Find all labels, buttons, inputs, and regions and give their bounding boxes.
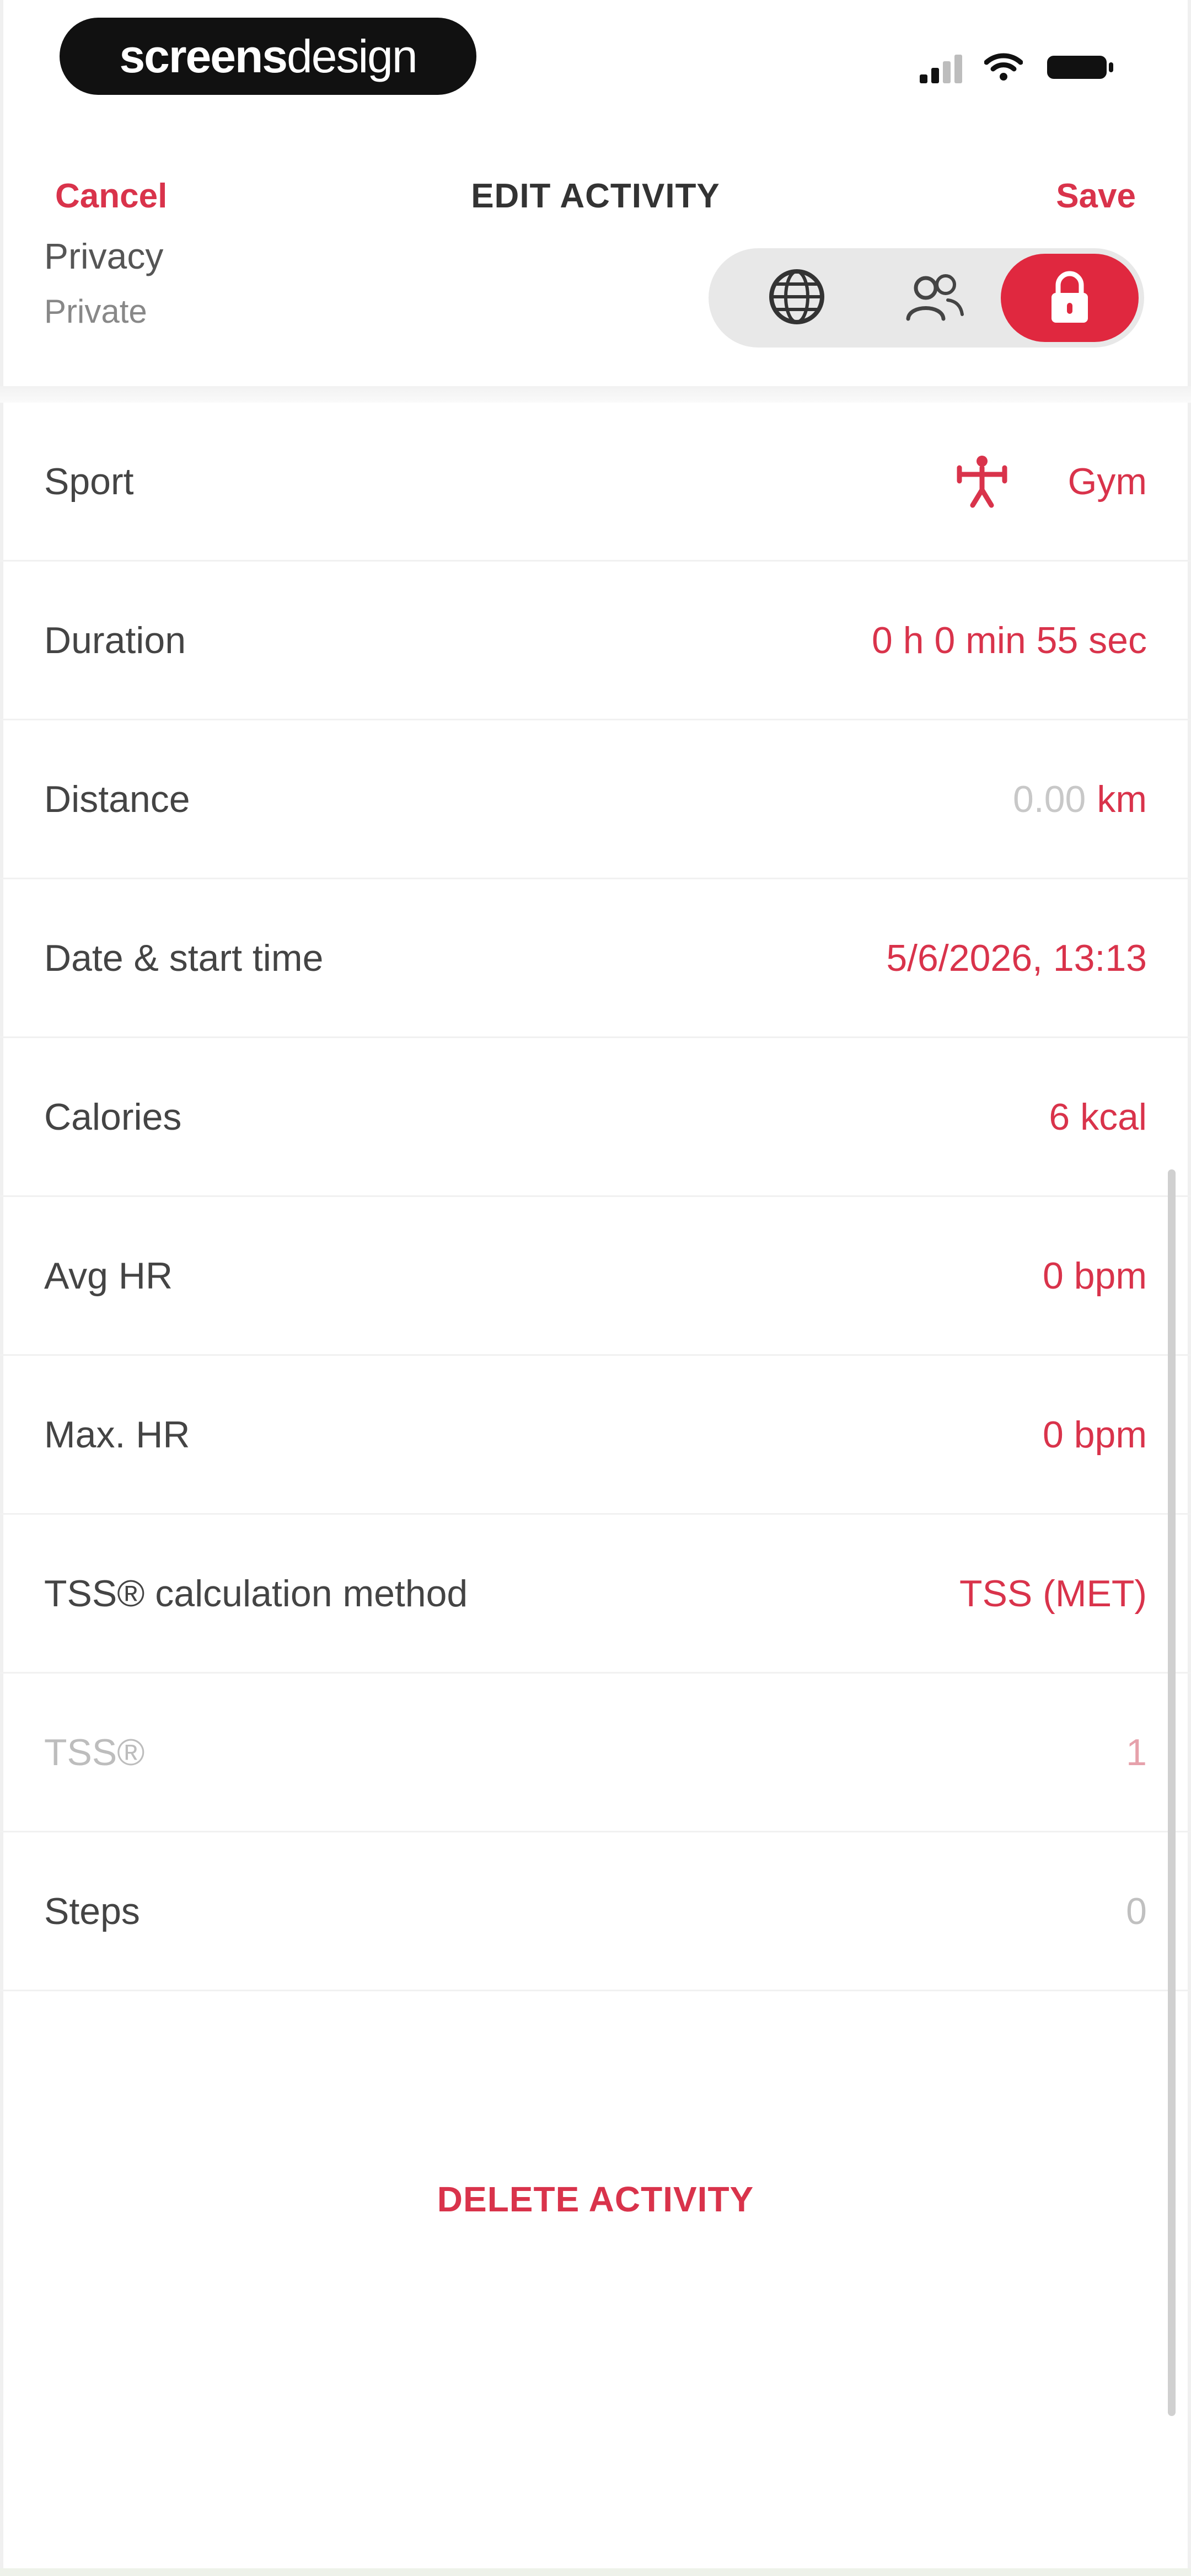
- sport-label: Sport: [44, 460, 134, 503]
- distance-unit: km: [1097, 778, 1147, 820]
- steps-value[interactable]: 0: [1126, 1832, 1147, 1990]
- tss-method-label: TSS® calculation method: [44, 1572, 468, 1615]
- brand-text-bold: screens: [119, 30, 288, 82]
- privacy-private-button[interactable]: [1001, 254, 1139, 342]
- battery-icon: [1045, 51, 1117, 85]
- gym-icon: [952, 451, 1012, 512]
- tss-value: 1: [1126, 1731, 1147, 1773]
- lock-icon: [1045, 266, 1095, 330]
- tss-method-row[interactable]: TSS® calculation method TSS (MET): [0, 1515, 1191, 1674]
- duration-row[interactable]: Duration 0 h 0 min 55 sec: [0, 562, 1191, 720]
- max-hr-label: Max. HR: [44, 1413, 190, 1456]
- duration-label: Duration: [44, 619, 186, 661]
- save-button[interactable]: Save: [1056, 177, 1136, 216]
- status-icons: [920, 49, 1117, 87]
- cellular-signal-icon: [920, 52, 962, 83]
- max-hr-row[interactable]: Max. HR 0 bpm: [0, 1356, 1191, 1515]
- page-title: EDIT ACTIVITY: [471, 177, 720, 215]
- privacy-toggle: [709, 248, 1144, 348]
- date-start-time-value: 5/6/2026, 13:13: [886, 937, 1147, 979]
- avg-hr-row[interactable]: Avg HR 0 bpm: [0, 1197, 1191, 1356]
- sport-row[interactable]: Sport Gym: [0, 403, 1191, 562]
- friends-icon: [902, 269, 968, 327]
- status-bar: screens design: [0, 0, 1191, 132]
- distance-row[interactable]: Distance 0.00 km: [0, 720, 1191, 879]
- scrollbar[interactable]: [1168, 1169, 1176, 2416]
- distance-label: Distance: [44, 778, 190, 820]
- avg-hr-label: Avg HR: [44, 1254, 173, 1297]
- max-hr-value: 0 bpm: [1043, 1413, 1147, 1456]
- sport-value: Gym: [1067, 460, 1147, 503]
- date-start-time-label: Date & start time: [44, 937, 324, 979]
- tss-row: TSS® 1: [0, 1674, 1191, 1832]
- tss-label: TSS®: [44, 1731, 145, 1773]
- privacy-public-button[interactable]: [736, 254, 857, 342]
- tss-method-value: TSS (MET): [959, 1572, 1147, 1615]
- privacy-value: Private: [44, 293, 147, 330]
- activity-fields-list: Sport Gym Duration 0 h 0 min 55 sec Dist…: [0, 403, 1191, 1991]
- privacy-label: Privacy: [44, 243, 164, 276]
- date-start-time-row[interactable]: Date & start time 5/6/2026, 13:13: [0, 879, 1191, 1038]
- section-divider: [0, 386, 1191, 403]
- wifi-icon: [984, 51, 1023, 85]
- calories-label: Calories: [44, 1095, 182, 1138]
- brand-text-light: design: [287, 30, 418, 82]
- distance-value[interactable]: 0.00: [1013, 778, 1086, 821]
- duration-value: 0 h 0 min 55 sec: [872, 619, 1147, 661]
- steps-row[interactable]: Steps 0: [0, 1832, 1191, 1991]
- calories-value: 6 kcal: [1049, 1095, 1147, 1138]
- calories-row[interactable]: Calories 6 kcal: [0, 1038, 1191, 1197]
- nav-bar: Cancel EDIT ACTIVITY Save: [0, 154, 1191, 237]
- privacy-friends-button[interactable]: [874, 254, 995, 342]
- sport-value-wrap: Gym: [952, 403, 1147, 560]
- edit-activity-screen: screens design Cancel EDIT ACTIVITY Save…: [0, 0, 1191, 2576]
- privacy-section: Privacy Private: [0, 243, 1191, 386]
- avg-hr-value: 0 bpm: [1043, 1254, 1147, 1297]
- steps-label: Steps: [44, 1890, 140, 1932]
- delete-activity-button[interactable]: DELETE ACTIVITY: [0, 2179, 1191, 2220]
- globe-icon: [766, 266, 827, 330]
- distance-value-wrap: 0.00 km: [1013, 720, 1147, 878]
- bottom-edge: [0, 2568, 1191, 2576]
- brand-watermark: screens design: [60, 18, 476, 95]
